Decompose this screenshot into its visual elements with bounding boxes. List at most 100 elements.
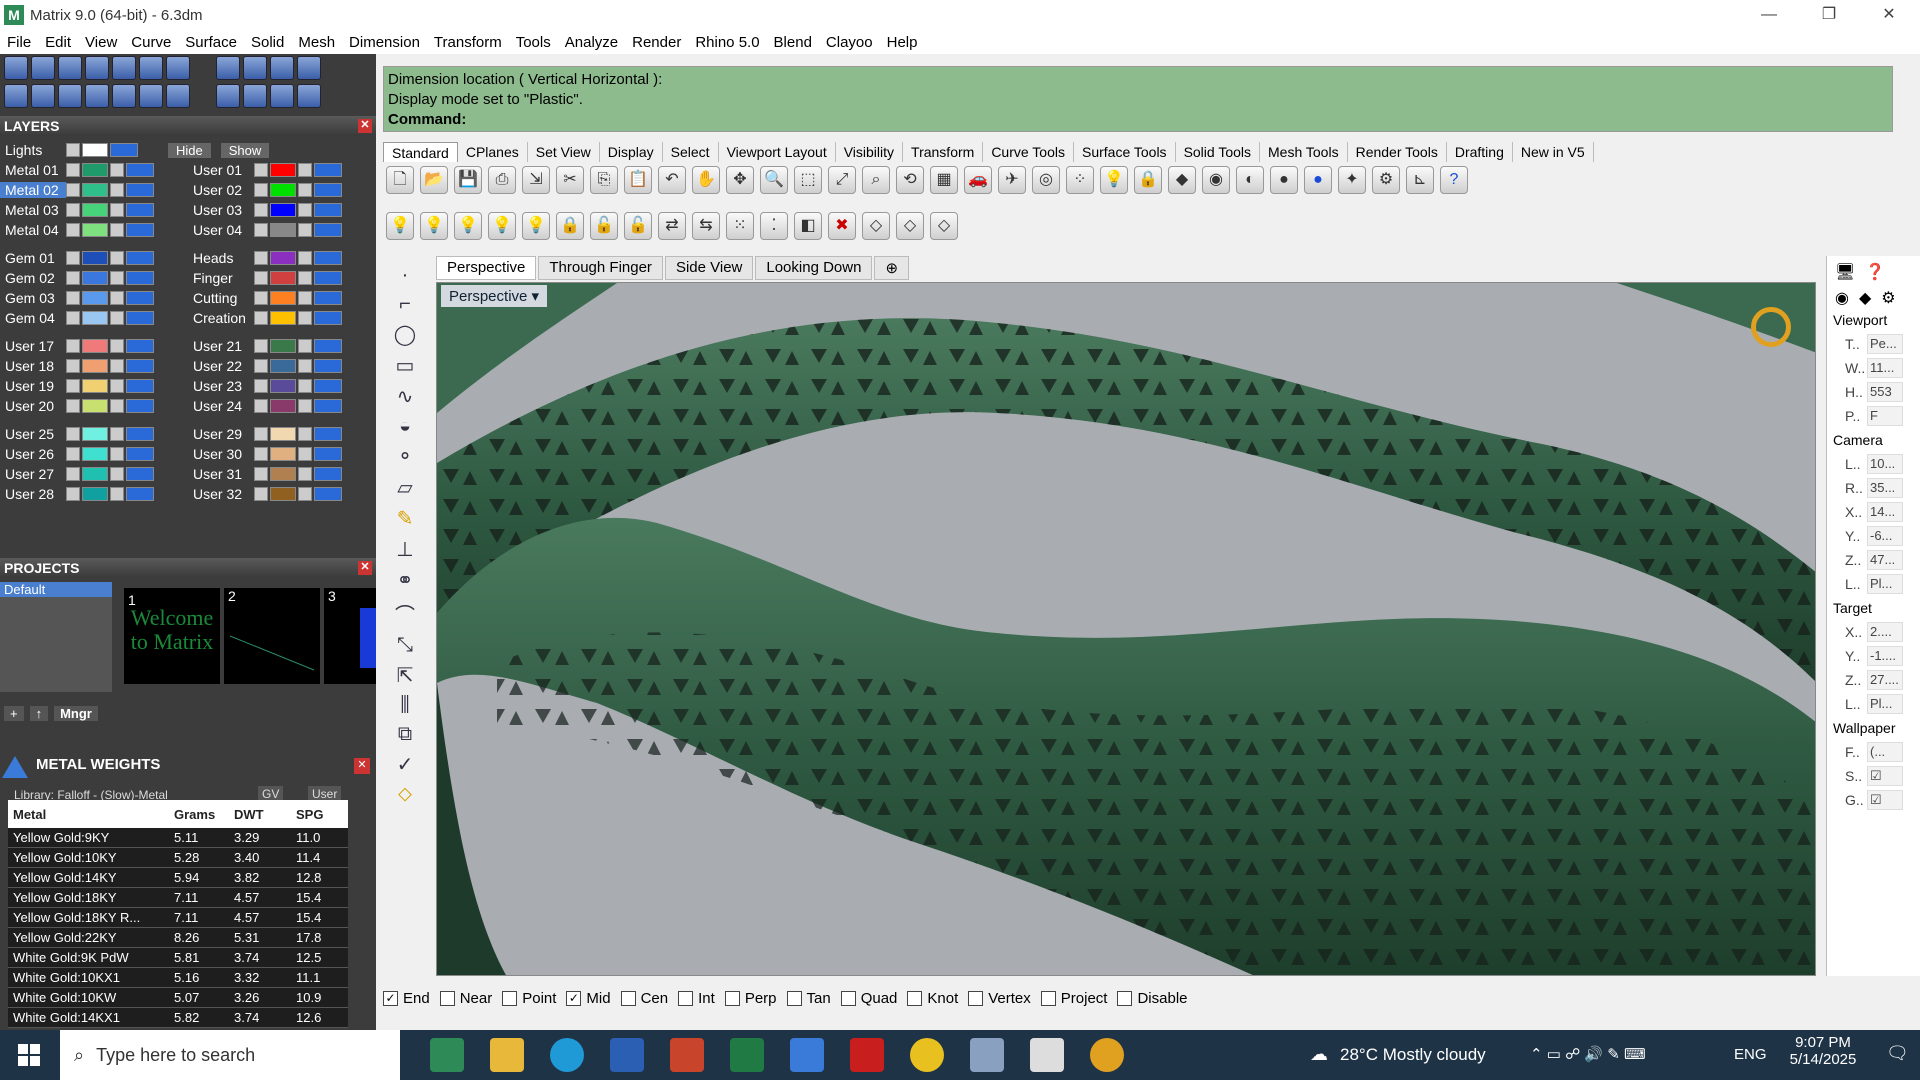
layer-visibility-toggle[interactable] [126,223,154,237]
layer-name[interactable]: Metal 04 [0,222,66,238]
layer-expand-icon[interactable] [254,163,268,177]
layer-color-swatch[interactable] [82,203,108,217]
layer-lock-icon[interactable] [298,399,312,413]
color-wheel-icon[interactable]: ◉ [1202,166,1230,194]
layer-visibility-toggle[interactable] [126,183,154,197]
property-value[interactable]: 11... [1867,358,1903,378]
render-sphere-icon[interactable]: ● [1270,166,1298,194]
layer-row[interactable]: User 21 [188,336,342,356]
layer-visibility-toggle[interactable] [126,311,154,325]
rhino-icon[interactable] [1030,1038,1064,1072]
point-tool-icon[interactable]: · [402,264,409,287]
layer-color-swatch[interactable] [270,223,296,237]
property-value[interactable]: ☑ [1867,790,1903,810]
taskbar-search[interactable]: ⌕ Type here to search [60,1030,400,1080]
layer-visibility-toggle[interactable] [314,291,342,305]
tab-mesh-tools[interactable]: Mesh Tools [1260,142,1348,162]
display-icon[interactable]: 🖥 [1835,262,1855,282]
help-icon[interactable]: ? [1440,166,1468,194]
viewport-tab-side-view[interactable]: Side View [664,256,754,280]
table-row[interactable]: White Gold:10KW 5.07 3.26 10.9 [8,988,348,1008]
menu-curve[interactable]: Curve [124,34,178,51]
layer-lock-icon[interactable] [110,271,124,285]
layer-visibility-toggle[interactable] [314,427,342,441]
osnap-vertex[interactable]: Vertex [968,990,1031,1007]
layer-name[interactable]: User 27 [0,466,66,482]
menu-mesh[interactable]: Mesh [291,34,342,51]
restore-button[interactable]: ❐ [1800,0,1858,30]
layer-name[interactable]: User 17 [0,338,66,354]
project-thumb-2[interactable]: 2 [224,588,320,684]
osnap-checkbox[interactable] [678,990,694,1006]
layer-name[interactable]: Gem 04 [0,310,66,326]
layer-expand-icon[interactable] [254,311,268,325]
perspective-viewport[interactable]: Perspective ▾ [436,282,1816,976]
tab-curve-tools[interactable]: Curve Tools [983,142,1074,162]
edge-icon[interactable] [550,1038,584,1072]
layer-lock-icon[interactable] [298,291,312,305]
layer-visibility-toggle[interactable] [314,487,342,501]
import-icon[interactable]: ⇲ [522,166,550,194]
gem-icon[interactable] [166,56,190,80]
layer-visibility-toggle[interactable] [126,339,154,353]
unlock-select-icon[interactable]: 🔓 [624,212,652,240]
highlight-icon[interactable]: ✦ [1338,166,1366,194]
layer-visibility-toggle[interactable] [314,379,342,393]
menu-rhino-5-0[interactable]: Rhino 5.0 [688,34,766,51]
color-panel-icon[interactable]: ◉ [1835,288,1849,308]
layer-visibility-toggle[interactable] [314,467,342,481]
tab-set-view[interactable]: Set View [528,142,600,162]
layer-name[interactable]: User 03 [188,202,254,218]
layer-row[interactable]: User 01 [188,160,342,180]
gem-show-icon[interactable]: ◇ [862,212,890,240]
layer-row[interactable]: User 30 [188,444,342,464]
tab-drafting[interactable]: Drafting [1447,142,1513,162]
plane-surface-icon[interactable]: ▱ [397,475,412,500]
column-spg[interactable]: SPG [290,807,340,822]
layer-row[interactable]: User 20 [0,396,154,416]
property-value[interactable]: Pe... [1867,334,1903,354]
paste-icon[interactable]: 📋 [624,166,652,194]
layer-name[interactable]: User 31 [188,466,254,482]
layer-name[interactable]: Gem 03 [0,290,66,306]
layer-expand-icon[interactable] [66,311,80,325]
word-icon[interactable] [610,1038,644,1072]
excel-icon[interactable] [730,1038,764,1072]
layer-visibility-toggle[interactable] [126,487,154,501]
layer-expand-icon[interactable] [66,467,80,481]
layer-visibility-toggle[interactable] [314,359,342,373]
layer-visibility-toggle[interactable] [126,379,154,393]
column-metal[interactable]: Metal [8,807,168,822]
layer-name[interactable]: Cutting [188,290,254,306]
new-icon[interactable]: 🗋 [386,166,414,194]
menu-edit[interactable]: Edit [38,34,78,51]
lock-icon[interactable]: 🔒 [1134,166,1162,194]
layer-color-swatch[interactable] [270,251,296,265]
layer-color-swatch[interactable] [82,251,108,265]
layer-color-swatch[interactable] [82,467,108,481]
shade-icon[interactable]: ◐ [1236,166,1264,194]
hide-button[interactable]: Hide [168,142,211,158]
layer-visibility-toggle[interactable] [314,251,342,265]
layer-color-swatch[interactable] [82,487,108,501]
curve-icon[interactable]: ∿ [397,384,414,409]
pencil-icon[interactable] [139,56,163,80]
layer-color-swatch[interactable] [270,183,296,197]
layer-row[interactable]: User 29 [188,424,342,444]
layer-expand-icon[interactable] [66,359,80,373]
property-value[interactable]: 47... [1867,550,1903,570]
menu-transform[interactable]: Transform [427,34,509,51]
layer-row[interactable]: Gem 02 [0,268,154,288]
layer-row[interactable]: Cutting [188,288,342,308]
layer-row[interactable]: User 26 [0,444,154,464]
layer-name[interactable]: User 24 [188,398,254,414]
layer-visibility-toggle[interactable] [314,311,342,325]
zoom-icon[interactable]: 🔍 [760,166,788,194]
ring-icon[interactable] [216,84,240,108]
layer-row[interactable]: Creation [188,308,342,328]
project-thumb-3[interactable]: 3 [324,588,376,684]
table-row[interactable]: Yellow Gold:18KY 7.11 4.57 15.4 [8,888,348,908]
tab-visibility[interactable]: Visibility [836,142,904,162]
layer-expand-icon[interactable] [254,467,268,481]
check-icon[interactable]: ✓ [397,752,414,777]
